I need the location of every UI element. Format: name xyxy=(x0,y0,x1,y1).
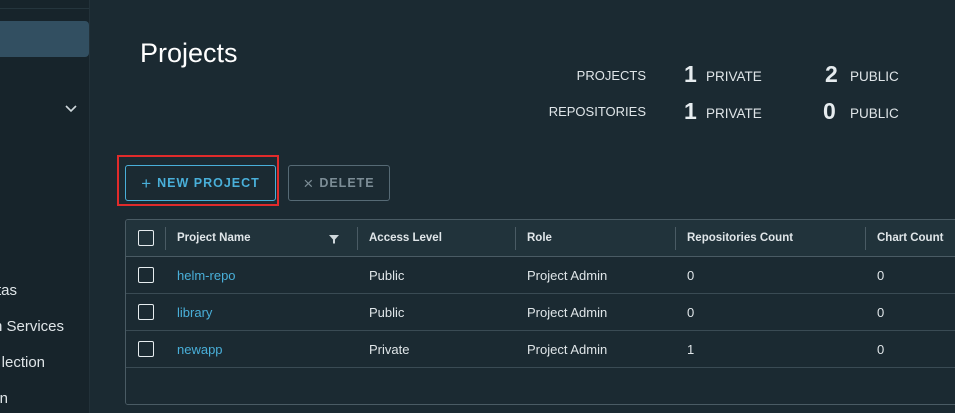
plus-icon: + xyxy=(141,173,152,193)
project-name-link[interactable]: newapp xyxy=(177,342,223,357)
column-header-access-level[interactable]: Access Level xyxy=(369,232,442,244)
stat-label-projects: PROJECTS xyxy=(576,68,646,83)
page-title: Projects xyxy=(140,38,238,68)
chart-count-cell: 0 xyxy=(877,305,885,320)
column-header-chart-count[interactable]: Chart Count xyxy=(877,232,943,244)
column-separator xyxy=(165,227,166,250)
role-cell: Project Admin xyxy=(527,268,608,283)
chart-count-cell: 0 xyxy=(877,268,885,283)
column-separator xyxy=(865,227,866,250)
projects-table: Project Name Access Level Role Repositor… xyxy=(125,219,955,405)
table-footer xyxy=(126,370,955,404)
role-cell: Project Admin xyxy=(527,305,608,320)
access-level-cell: Public xyxy=(369,305,405,320)
stat-projects-public-label: PUBLIC xyxy=(850,69,899,84)
table-row[interactable]: library Public Project Admin 0 0 xyxy=(126,294,955,331)
chevron-down-icon[interactable] xyxy=(63,101,79,117)
stats-projects: PROJECTS 1 PRIVATE 2 PUBLIC xyxy=(506,61,926,87)
project-name-link[interactable]: helm-repo xyxy=(177,268,236,283)
column-header-project-name[interactable]: Project Name xyxy=(177,232,251,244)
new-project-label: NEW PROJECT xyxy=(157,176,260,190)
stat-repos-private-label: PRIVATE xyxy=(706,106,762,121)
access-level-cell: Public xyxy=(369,268,405,283)
column-header-repositories-count[interactable]: Repositories Count xyxy=(687,232,793,244)
table-row[interactable]: newapp Private Project Admin 1 0 xyxy=(126,331,955,368)
stats-repositories: REPOSITORIES 1 PRIVATE 0 PUBLIC xyxy=(506,98,926,124)
sidebar-item-label-collection[interactable]: lection xyxy=(2,354,45,371)
new-project-button[interactable]: + NEW PROJECT xyxy=(125,165,276,201)
column-header-role[interactable]: Role xyxy=(527,232,552,244)
stat-projects-private-label: PRIVATE xyxy=(706,69,762,84)
stat-repos-public-count: 0 xyxy=(823,98,836,124)
row-checkbox[interactable] xyxy=(138,304,154,320)
table-header: Project Name Access Level Role Repositor… xyxy=(126,220,955,257)
sidebar-divider xyxy=(0,8,89,9)
stat-label-repositories: REPOSITORIES xyxy=(548,104,646,119)
table-row[interactable]: helm-repo Public Project Admin 0 0 xyxy=(126,257,955,294)
sidebar-border xyxy=(89,0,90,413)
sidebar-item-active[interactable] xyxy=(0,21,89,57)
repositories-count-cell: 1 xyxy=(687,342,695,357)
select-all-checkbox[interactable] xyxy=(138,230,154,246)
sidebar-item-label-quotas[interactable]: tas xyxy=(0,282,17,299)
stat-repos-public-label: PUBLIC xyxy=(850,106,899,121)
sidebar: tas n Services lection n xyxy=(0,0,89,413)
delete-label: DELETE xyxy=(319,176,375,190)
sidebar-item-label-services[interactable]: n Services xyxy=(0,318,64,335)
column-separator xyxy=(515,227,516,250)
column-separator xyxy=(675,227,676,250)
project-name-link[interactable]: library xyxy=(177,305,212,320)
filter-icon[interactable] xyxy=(328,233,340,245)
delete-button[interactable]: × DELETE xyxy=(288,165,390,201)
stat-projects-private-count: 1 xyxy=(684,61,697,87)
access-level-cell: Private xyxy=(369,342,410,357)
row-checkbox[interactable] xyxy=(138,267,154,283)
role-cell: Project Admin xyxy=(527,342,608,357)
stat-projects-public-count: 2 xyxy=(825,61,838,87)
column-separator xyxy=(357,227,358,250)
repositories-count-cell: 0 xyxy=(687,305,695,320)
chart-count-cell: 0 xyxy=(877,342,885,357)
row-checkbox[interactable] xyxy=(138,341,154,357)
repositories-count-cell: 0 xyxy=(687,268,695,283)
sidebar-item-label-admin[interactable]: n xyxy=(0,390,8,407)
stat-repos-private-count: 1 xyxy=(684,98,697,124)
close-icon: × xyxy=(303,173,314,193)
